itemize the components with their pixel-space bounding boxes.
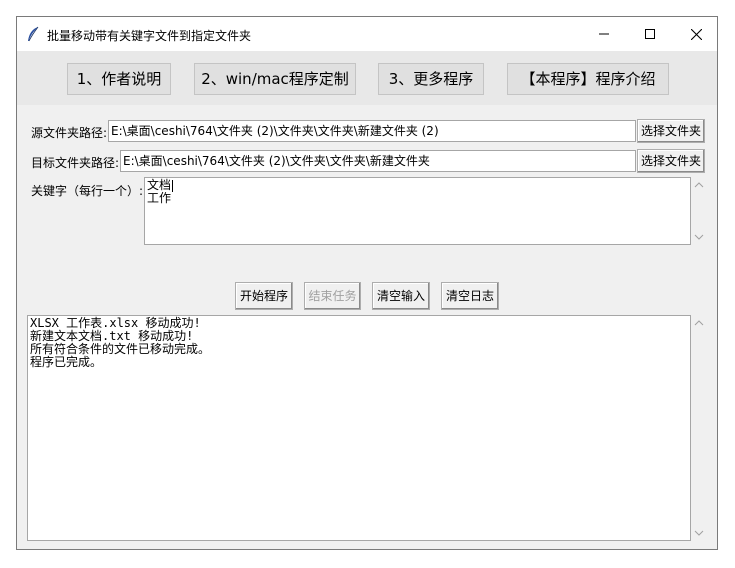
keywords-textarea[interactable]: 文档 工作 xyxy=(144,177,691,245)
target-path-label: 目标文件夹路径: xyxy=(31,156,120,170)
log-scrollbar[interactable] xyxy=(691,315,707,541)
minimize-button[interactable] xyxy=(581,17,627,51)
scroll-down-icon[interactable] xyxy=(694,529,704,537)
select-source-folder-button[interactable]: 选择文件夹 xyxy=(637,119,705,143)
maximize-icon xyxy=(645,29,655,39)
clear-log-button[interactable]: 清空日志 xyxy=(441,282,499,310)
stop-task-button[interactable]: 结束任务 xyxy=(304,282,361,310)
minimize-icon xyxy=(599,33,609,35)
author-info-button[interactable]: 1、作者说明 xyxy=(67,63,171,95)
title-bar: 批量移动带有关键字文件到指定文件夹 xyxy=(17,17,717,51)
keyword-line: 文档 xyxy=(147,178,174,192)
keyword-line: 工作 xyxy=(147,191,172,205)
start-program-button[interactable]: 开始程序 xyxy=(235,282,293,310)
text-cursor xyxy=(172,179,174,192)
keywords-scrollbar[interactable] xyxy=(691,177,707,245)
log-line: 所有符合条件的文件已移动完成。 xyxy=(30,342,211,356)
keywords-label: 关键字（每行一个）: xyxy=(31,184,144,198)
maximize-button[interactable] xyxy=(627,17,673,51)
log-line: 程序已完成。 xyxy=(30,355,103,369)
clear-input-button[interactable]: 清空输入 xyxy=(372,282,430,310)
source-path-input[interactable]: E:\桌面\ceshi\764\文件夹 (2)\文件夹\文件夹\新建文件夹 (2… xyxy=(108,120,636,142)
source-path-label: 源文件夹路径: xyxy=(31,126,108,140)
scroll-up-icon[interactable] xyxy=(694,319,704,327)
log-textarea[interactable]: XLSX 工作表.xlsx 移动成功! 新建文本文档.txt 移动成功! 所有符合条… xyxy=(27,315,691,541)
target-path-input[interactable]: E:\桌面\ceshi\764\文件夹 (2)\文件夹\文件夹\新建文件夹 xyxy=(120,150,636,172)
scroll-down-icon[interactable] xyxy=(694,233,704,241)
feather-icon xyxy=(28,26,39,42)
custom-program-button[interactable]: 2、win/mac程序定制 xyxy=(194,63,356,95)
close-icon xyxy=(690,28,702,40)
top-button-bar: 1、作者说明 2、win/mac程序定制 3、更多程序 【本程序】程序介绍 xyxy=(17,51,717,105)
window-title: 批量移动带有关键字文件到指定文件夹 xyxy=(47,29,252,43)
select-target-folder-button[interactable]: 选择文件夹 xyxy=(637,149,705,173)
program-intro-button[interactable]: 【本程序】程序介绍 xyxy=(507,63,669,95)
more-programs-button[interactable]: 3、更多程序 xyxy=(378,63,484,95)
close-button[interactable] xyxy=(673,17,717,51)
app-window: 批量移动带有关键字文件到指定文件夹 1、作者说明 2、win/mac程序定制 3… xyxy=(16,16,718,550)
scroll-up-icon[interactable] xyxy=(694,181,704,189)
